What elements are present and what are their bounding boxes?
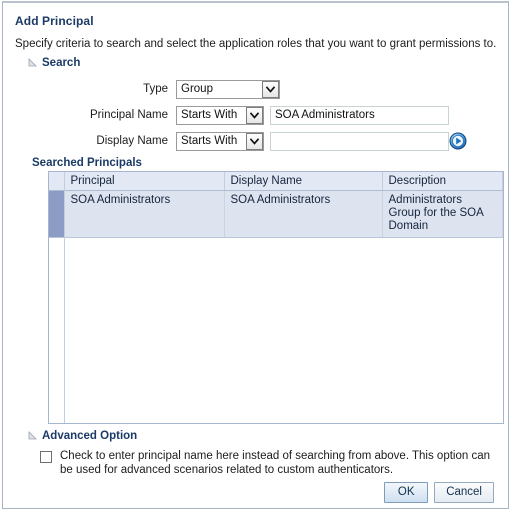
display-name-operator-value: Starts With — [181, 134, 238, 147]
column-header-principal[interactable]: Principal — [64, 172, 225, 191]
chevron-down-icon — [246, 132, 263, 150]
triangle-expanded-icon — [28, 431, 38, 441]
search-section-toggle[interactable]: Search — [28, 57, 80, 69]
cell-description: Administrators Group for the SOA Domain — [382, 190, 503, 238]
display-name-label: Display Name — [96, 135, 168, 147]
search-go-arrow-icon — [449, 132, 467, 153]
advanced-option-checkbox-row[interactable]: Check to enter principal name here inste… — [40, 449, 490, 477]
type-label: Type — [143, 83, 168, 95]
column-header-display-name[interactable]: Display Name — [224, 172, 383, 191]
principal-name-operator-select[interactable]: Starts With — [176, 105, 264, 125]
searched-principals-label: Searched Principals — [32, 157, 142, 169]
table-header-row: Principal Display Name Description — [49, 172, 503, 191]
searched-principals-table[interactable]: Principal Display Name Description SOA A… — [48, 171, 504, 424]
add-principal-dialog: Add Principal Specify criteria to search… — [2, 1, 509, 509]
type-row: Type Group — [68, 79, 280, 99]
principal-name-row: Principal Name Starts With — [68, 105, 449, 125]
dialog-instruction: Specify criteria to search and select th… — [15, 38, 497, 50]
column-header-description[interactable]: Description — [382, 172, 503, 191]
results-grid: Principal Display Name Description SOA A… — [49, 172, 503, 238]
advanced-option-toggle[interactable]: Advanced Option — [28, 430, 137, 442]
search-section-label: Search — [42, 57, 81, 69]
page-title: Add Principal — [15, 14, 94, 28]
ok-button[interactable]: OK — [384, 482, 429, 503]
dialog-footer: OK Cancel — [3, 482, 502, 503]
chevron-down-icon — [246, 106, 263, 124]
row-selector-header — [49, 172, 65, 191]
dialog-body: Add Principal Specify criteria to search… — [3, 3, 508, 508]
cell-principal: SOA Administrators — [64, 190, 225, 238]
principal-name-operator-value: Starts With — [181, 108, 238, 121]
cell-display-name: SOA Administrators — [224, 190, 383, 238]
search-go-button[interactable] — [449, 132, 467, 150]
searched-principals-section-toggle[interactable]: Searched Principals — [32, 157, 142, 169]
chevron-down-icon — [262, 80, 279, 98]
principal-name-input[interactable] — [270, 105, 449, 125]
advanced-option-checkbox[interactable] — [40, 451, 52, 463]
type-select-value: Group — [181, 82, 213, 95]
advanced-option-label: Advanced Option — [42, 430, 138, 442]
type-select[interactable]: Group — [176, 79, 280, 99]
display-name-input[interactable] — [270, 131, 449, 151]
advanced-option-checkbox-label: Check to enter principal name here inste… — [60, 450, 491, 476]
cancel-button[interactable]: Cancel — [434, 482, 494, 503]
display-name-operator-select[interactable]: Starts With — [176, 131, 264, 151]
row-selector-cell[interactable] — [49, 190, 65, 238]
triangle-expanded-icon — [28, 58, 38, 68]
table-row[interactable]: SOA Administrators SOA Administrators Ad… — [49, 190, 503, 238]
display-name-row: Display Name Starts With — [68, 131, 449, 151]
principal-name-label: Principal Name — [90, 109, 168, 121]
